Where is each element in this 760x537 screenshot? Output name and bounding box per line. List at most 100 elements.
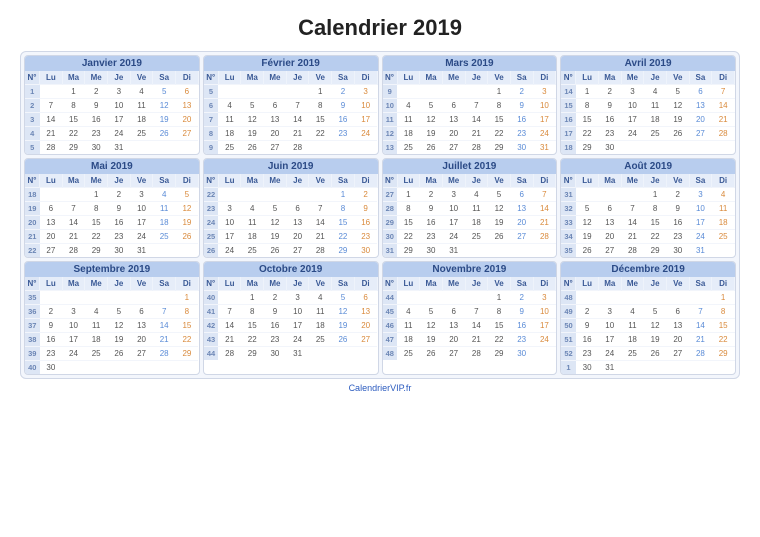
week-number: 44 xyxy=(204,347,219,361)
month-card: Mars 2019N°LuMaMeJeVeSaDi912310456789101… xyxy=(382,55,558,155)
day-cell: 27 xyxy=(176,127,199,141)
day-cell xyxy=(488,244,511,258)
day-cell: 21 xyxy=(218,333,241,347)
day-cell: 31 xyxy=(108,141,131,155)
day-cell: 29 xyxy=(241,347,264,361)
day-cell: 6 xyxy=(354,291,377,305)
day-cell: 9 xyxy=(332,99,355,113)
week-number: 13 xyxy=(383,141,398,155)
day-cell: 12 xyxy=(666,99,689,113)
day-cell: 22 xyxy=(488,333,511,347)
day-cell: 27 xyxy=(689,127,712,141)
day-cell xyxy=(712,244,735,258)
day-cell: 1 xyxy=(176,291,199,305)
day-cell: 3 xyxy=(130,188,153,202)
day-header: Di xyxy=(533,71,556,85)
day-cell: 28 xyxy=(218,347,241,361)
day-cell: 13 xyxy=(130,319,153,333)
day-cell: 15 xyxy=(241,319,264,333)
week-number: 42 xyxy=(204,319,219,333)
day-cell: 1 xyxy=(241,291,264,305)
day-cell: 10 xyxy=(286,305,309,319)
week-number: 23 xyxy=(204,202,219,216)
day-cell: 17 xyxy=(533,113,556,127)
day-cell: 19 xyxy=(576,230,599,244)
day-cell: 11 xyxy=(397,113,420,127)
week-number: 18 xyxy=(25,188,40,202)
day-cell: 29 xyxy=(332,244,355,258)
day-header: Je xyxy=(644,174,667,188)
day-cell xyxy=(176,244,199,258)
day-cell: 25 xyxy=(465,230,488,244)
day-cell: 29 xyxy=(62,141,85,155)
day-cell: 10 xyxy=(108,99,131,113)
day-header: Je xyxy=(286,174,309,188)
day-cell: 19 xyxy=(488,216,511,230)
month-title: Avril 2019 xyxy=(561,56,735,71)
day-cell: 25 xyxy=(241,244,264,258)
day-header: Lu xyxy=(576,277,599,291)
day-cell: 15 xyxy=(397,216,420,230)
day-header: Ve xyxy=(130,174,153,188)
day-cell: 26 xyxy=(153,127,176,141)
day-cell: 13 xyxy=(689,99,712,113)
day-cell: 28 xyxy=(689,347,712,361)
day-header: Lu xyxy=(576,71,599,85)
day-header: Je xyxy=(108,174,131,188)
day-cell: 26 xyxy=(666,127,689,141)
day-cell xyxy=(153,141,176,155)
day-cell: 21 xyxy=(40,127,63,141)
day-cell: 19 xyxy=(153,113,176,127)
day-cell: 10 xyxy=(354,99,377,113)
day-cell: 28 xyxy=(62,244,85,258)
day-cell: 6 xyxy=(264,99,287,113)
day-cell: 18 xyxy=(644,113,667,127)
day-cell: 30 xyxy=(40,361,63,375)
day-cell: 19 xyxy=(332,319,355,333)
day-cell xyxy=(218,85,241,99)
day-cell: 6 xyxy=(130,305,153,319)
day-header: Ve xyxy=(488,71,511,85)
week-number: 21 xyxy=(25,230,40,244)
day-cell: 22 xyxy=(488,127,511,141)
day-cell: 15 xyxy=(85,216,108,230)
day-header: Ma xyxy=(598,71,621,85)
day-cell: 16 xyxy=(576,333,599,347)
day-header: Lu xyxy=(397,71,420,85)
day-header: Me xyxy=(85,277,108,291)
month-card: Février 2019N°LuMaMeJeVeSaDi512364567891… xyxy=(203,55,379,155)
day-cell: 18 xyxy=(130,113,153,127)
day-header: Sa xyxy=(153,174,176,188)
month-title: Février 2019 xyxy=(204,56,378,71)
month-card: Octobre 2019N°LuMaMeJeVeSaDi401234564178… xyxy=(203,261,379,375)
day-cell: 28 xyxy=(712,127,735,141)
day-cell xyxy=(621,141,644,155)
day-cell: 27 xyxy=(264,141,287,155)
day-cell xyxy=(218,188,241,202)
day-cell: 17 xyxy=(286,319,309,333)
day-cell: 5 xyxy=(264,202,287,216)
day-header: N° xyxy=(25,174,40,188)
day-cell: 13 xyxy=(286,216,309,230)
day-cell: 6 xyxy=(442,305,465,319)
day-cell: 4 xyxy=(397,305,420,319)
week-number: 48 xyxy=(383,347,398,361)
day-cell: 8 xyxy=(176,305,199,319)
week-number: 1 xyxy=(25,85,40,99)
day-cell xyxy=(309,347,332,361)
day-cell xyxy=(533,244,556,258)
day-cell: 23 xyxy=(85,127,108,141)
day-cell xyxy=(286,85,309,99)
day-cell: 26 xyxy=(176,230,199,244)
month-card: Août 2019N°LuMaMeJeVeSaDi311234325678910… xyxy=(560,158,736,258)
day-header: Ma xyxy=(62,71,85,85)
day-cell: 3 xyxy=(108,85,131,99)
day-cell: 26 xyxy=(644,347,667,361)
day-header: N° xyxy=(204,277,219,291)
day-cell: 11 xyxy=(309,305,332,319)
day-cell: 26 xyxy=(420,141,443,155)
day-cell: 31 xyxy=(533,141,556,155)
day-cell: 6 xyxy=(286,202,309,216)
day-cell: 15 xyxy=(644,216,667,230)
day-cell: 30 xyxy=(354,244,377,258)
